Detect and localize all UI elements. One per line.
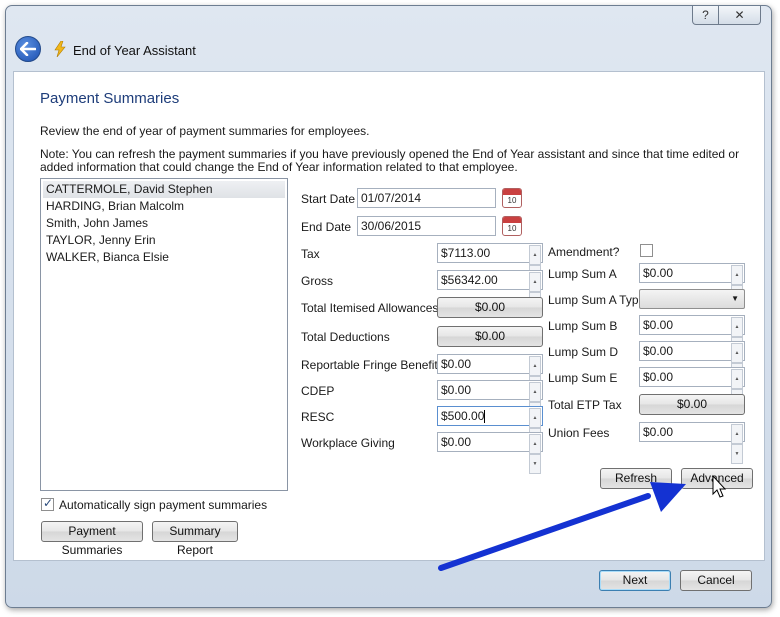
annotation-arrow xyxy=(438,482,686,571)
mouse-cursor-icon xyxy=(712,474,727,498)
annotation-overlay xyxy=(438,474,727,571)
